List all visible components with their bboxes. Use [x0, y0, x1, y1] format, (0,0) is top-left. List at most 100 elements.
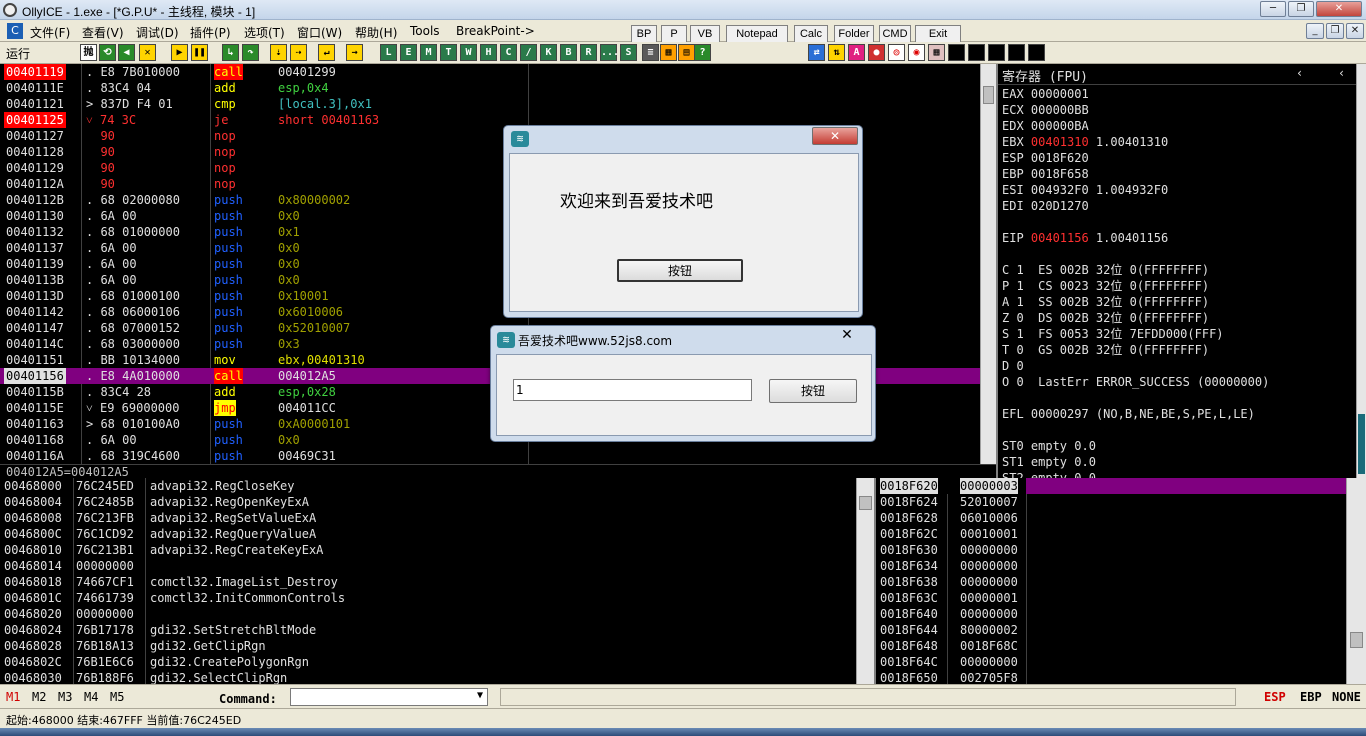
- text-input[interactable]: 1: [513, 379, 752, 401]
- handles-window-icon[interactable]: H: [480, 44, 497, 61]
- command-input[interactable]: ▼: [290, 688, 488, 706]
- stack-row[interactable]: 0018F634 00000000: [876, 558, 1346, 574]
- register-line[interactable]: [1002, 390, 1352, 406]
- source-window-icon[interactable]: S: [620, 44, 637, 61]
- mdi-close-button[interactable]: ✕: [1346, 23, 1364, 39]
- register-line[interactable]: ST2 empty 0.0: [1002, 470, 1352, 478]
- register-line[interactable]: C 1 ES 002B 32位 0(FFFFFFFF): [1002, 262, 1352, 278]
- tab-m5[interactable]: M5: [110, 690, 124, 704]
- options-icon[interactable]: ≡: [642, 44, 659, 61]
- disasm-row[interactable]: 0040111E . 83C4 04 add esp,0x4: [0, 80, 980, 96]
- dump-row[interactable]: 0046802C 76B1E6C6 gdi32.CreatePolygonRgn: [0, 654, 856, 670]
- menu-file[interactable]: 文件(F): [30, 24, 70, 41]
- menu-window[interactable]: 窗口(W): [297, 24, 342, 41]
- close-debug-icon[interactable]: ✕: [139, 44, 156, 61]
- blank-icon-3[interactable]: [988, 44, 1005, 61]
- menu-options[interactable]: 选项(T): [244, 24, 285, 41]
- dump-row[interactable]: 0046800C 76C1CD92 advapi32.RegQueryValueA: [0, 526, 856, 542]
- windows-window-icon[interactable]: W: [460, 44, 477, 61]
- stack-row[interactable]: 0018F648 0018F68C: [876, 638, 1346, 654]
- register-line[interactable]: EAX 00000001: [1002, 86, 1352, 102]
- pause-icon[interactable]: ❚❚: [191, 44, 208, 61]
- rewind-icon[interactable]: ◀: [118, 44, 135, 61]
- disasm-row[interactable]: 0040116A . 68 319C4600 push 00469C31: [0, 448, 980, 464]
- cmd-button[interactable]: CMD: [879, 25, 911, 43]
- dialog1-close-button[interactable]: ✕: [812, 127, 858, 145]
- menu-plugins[interactable]: 插件(P): [190, 24, 231, 41]
- register-line[interactable]: [1002, 214, 1352, 230]
- vb-button[interactable]: VB: [690, 25, 720, 43]
- appearance-icon[interactable]: ▦: [660, 44, 677, 61]
- dialog2-close-button[interactable]: ✕: [824, 327, 870, 345]
- plugin-icon-1[interactable]: ⇅: [828, 44, 845, 61]
- calc-button[interactable]: Calc: [794, 25, 828, 43]
- register-line[interactable]: EBX 00401310 1.00401310: [1002, 134, 1352, 150]
- dump-row[interactable]: 00468030 76B188F6 gdi32.SelectClipRgn: [0, 670, 856, 684]
- register-line[interactable]: EIP 00401156 1.00401156: [1002, 230, 1352, 246]
- register-line[interactable]: ST0 empty 0.0: [1002, 438, 1352, 454]
- stack-row[interactable]: 0018F62C 00010001: [876, 526, 1346, 542]
- bp-button[interactable]: BP: [631, 25, 657, 43]
- reg-none-toggle[interactable]: NONE: [1332, 690, 1361, 704]
- trace-over-icon[interactable]: ⇢: [290, 44, 307, 61]
- dump-row[interactable]: 00468010 76C213B1 advapi32.RegCreateKeyExA: [0, 542, 856, 558]
- register-line[interactable]: ST1 empty 0.0: [1002, 454, 1352, 470]
- disasm-row[interactable]: 00401121 > 837D F4 01 cmp [local.3],0x1: [0, 96, 980, 112]
- target-icon-2[interactable]: ◉: [908, 44, 925, 61]
- stack-row[interactable]: 0018F624 52010007: [876, 494, 1346, 510]
- dump-scrollbar[interactable]: [856, 478, 874, 684]
- register-line[interactable]: P 1 CS 0023 32位 0(FFFFFFFF): [1002, 278, 1352, 294]
- restart-icon[interactable]: ⟲: [99, 44, 116, 61]
- dump-row[interactable]: 0046801C 74661739 comctl32.InitCommonContr…: [0, 590, 856, 606]
- menu-tools[interactable]: Tools: [410, 24, 440, 38]
- stack-row[interactable]: 0018F630 00000000: [876, 542, 1346, 558]
- run-icon[interactable]: ▶: [171, 44, 188, 61]
- refresh-icon[interactable]: ⇄: [808, 44, 825, 61]
- register-line[interactable]: EFL 00000297 (NO,B,NE,BE,S,PE,L,LE): [1002, 406, 1352, 422]
- menu-breakpoint[interactable]: BreakPoint->: [456, 24, 535, 38]
- stack-row[interactable]: 0018F63C 00000001: [876, 590, 1346, 606]
- blank-icon-1[interactable]: [948, 44, 965, 61]
- stack-pane[interactable]: 0018F620 00000003 0018F624 52010007 0018F628…: [874, 478, 1346, 684]
- reg-ebp-toggle[interactable]: EBP: [1300, 690, 1322, 704]
- dialog2-button[interactable]: 按钮: [769, 379, 857, 403]
- menu-debug[interactable]: 调试(D): [136, 24, 179, 41]
- dump-row[interactable]: 00468004 76C2485B advapi32.RegOpenKeyExA: [0, 494, 856, 510]
- callstack-window-icon[interactable]: K: [540, 44, 557, 61]
- register-line[interactable]: ESP 0018F620: [1002, 150, 1352, 166]
- target-icon[interactable]: ◎: [888, 44, 905, 61]
- tab-m2[interactable]: M2: [32, 690, 46, 704]
- register-line[interactable]: EDI 020D1270: [1002, 198, 1352, 214]
- cpu-window-icon[interactable]: C: [500, 44, 517, 61]
- registers-pane[interactable]: 寄存器 (FPU) ‹ ‹ EAX 00000001 ECX 000000BB ED…: [996, 64, 1356, 478]
- reg-esp-toggle[interactable]: ESP: [1264, 690, 1286, 704]
- reg-prev-icon[interactable]: ‹: [1296, 66, 1303, 80]
- stack-row[interactable]: 0018F638 00000000: [876, 574, 1346, 590]
- stack-row[interactable]: 0018F650 002705F8: [876, 670, 1346, 684]
- registers-scrollbar[interactable]: [1356, 64, 1366, 478]
- register-line[interactable]: ECX 000000BB: [1002, 102, 1352, 118]
- stack-row[interactable]: 0018F628 06010006: [876, 510, 1346, 526]
- folder-button[interactable]: Folder: [834, 25, 874, 43]
- close-button[interactable]: ✕: [1316, 1, 1362, 17]
- mdi-minimize-button[interactable]: _: [1306, 23, 1324, 39]
- blank-icon-2[interactable]: [968, 44, 985, 61]
- references-window-icon[interactable]: R: [580, 44, 597, 61]
- dump-row[interactable]: 00468020 00000000: [0, 606, 856, 622]
- tab-m1[interactable]: M1: [6, 690, 20, 704]
- dump-pane[interactable]: 00468000 76C245ED advapi32.RegCloseKey 0046…: [0, 478, 856, 684]
- list-icon[interactable]: ▤: [678, 44, 695, 61]
- register-line[interactable]: [1002, 422, 1352, 438]
- stack-scrollbar[interactable]: [1346, 478, 1366, 684]
- blank-icon-5[interactable]: [1028, 44, 1045, 61]
- p-button[interactable]: P: [661, 25, 687, 43]
- modules-window-icon[interactable]: E: [400, 44, 417, 61]
- plugin-icon-2[interactable]: ●: [868, 44, 885, 61]
- runtrace-window-icon[interactable]: ...: [600, 44, 619, 61]
- tab-m4[interactable]: M4: [84, 690, 98, 704]
- register-line[interactable]: EDX 000000BA: [1002, 118, 1352, 134]
- notepad-button[interactable]: Notepad: [726, 25, 788, 43]
- stack-row[interactable]: 0018F640 00000000: [876, 606, 1346, 622]
- chevron-down-icon[interactable]: ▼: [477, 690, 483, 701]
- step-over-icon[interactable]: ↷: [242, 44, 259, 61]
